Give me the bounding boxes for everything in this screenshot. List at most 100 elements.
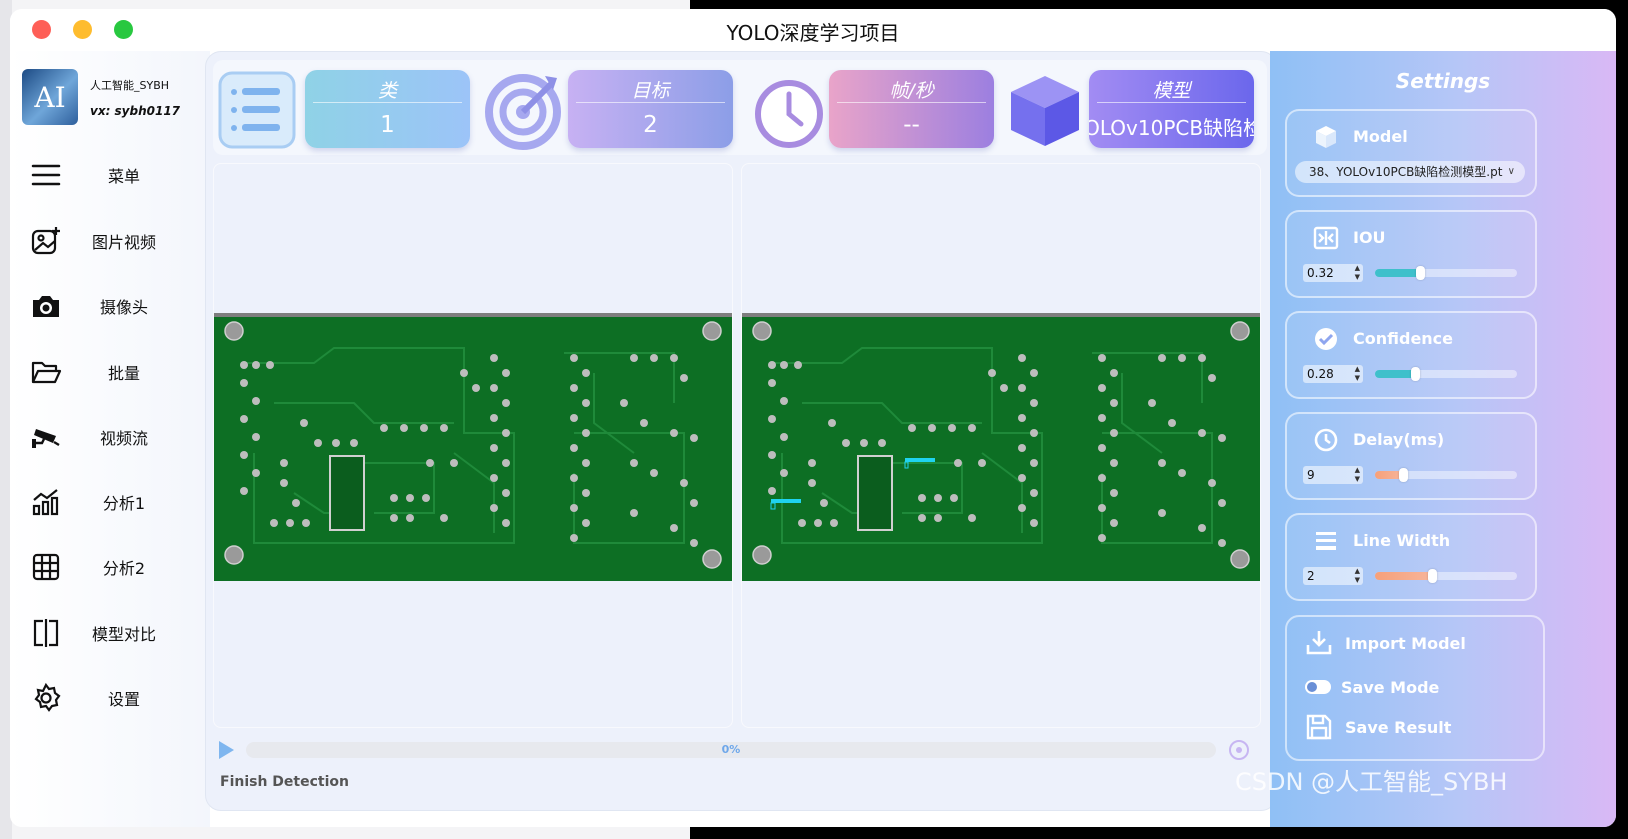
sidebar-item-label: 分析1: [102, 494, 146, 513]
spin-arrows-icon[interactable]: ▲ ▼: [1355, 567, 1360, 585]
delay-spinbox[interactable]: 9 ▲ ▼: [1303, 466, 1363, 484]
line-width-slider-handle[interactable]: [1427, 569, 1437, 583]
delay-slider-handle[interactable]: [1399, 468, 1409, 482]
sidebar-item-analysis-2[interactable]: 分析2: [10, 541, 210, 591]
confidence-title: Confidence: [1353, 329, 1454, 348]
sidebar-item-label: 图片视频: [92, 233, 157, 252]
user-name: 人工智能_SYBH: [90, 79, 170, 92]
progress-bar: 0%: [246, 742, 1216, 758]
iou-title: IOU: [1353, 228, 1386, 247]
play-icon[interactable]: [219, 741, 234, 759]
iou-slider[interactable]: [1375, 266, 1517, 280]
table-grid-icon: [32, 553, 60, 581]
iou-slider-fill: [1375, 269, 1421, 277]
line-width-slider-fill: [1375, 572, 1432, 580]
status-text: Finish Detection: [220, 774, 349, 790]
sidebar-item-menu[interactable]: 菜单: [10, 149, 210, 199]
confidence-slider[interactable]: [1375, 367, 1517, 381]
iou-spinbox[interactable]: 0.32 ▲ ▼: [1303, 264, 1363, 282]
sidebar-item-image-video[interactable]: 图片视频: [10, 215, 210, 265]
line-width-card: Line Width 2 ▲ ▼: [1285, 513, 1537, 601]
confidence-spinbox[interactable]: 0.28 ▲ ▼: [1303, 365, 1363, 383]
stat-model-card: 模型 YOLOv10PCB缺陷检: [1089, 70, 1254, 148]
cube-icon: [1316, 126, 1336, 148]
confidence-slider-fill: [1375, 370, 1415, 378]
line-width-spinbox[interactable]: 2 ▲ ▼: [1303, 567, 1363, 585]
confidence-card: Confidence 0.28 ▲ ▼: [1285, 311, 1537, 399]
window-title: YOLO深度学习项目: [726, 21, 900, 45]
sidebar-item-video-stream[interactable]: 视频流: [10, 411, 210, 461]
iou-card: IOU 0.32 ▲ ▼: [1285, 210, 1537, 298]
sidebar-item-batch[interactable]: 批量: [10, 346, 210, 396]
confidence-slider-handle[interactable]: [1410, 367, 1420, 381]
toggle-switch[interactable]: [1305, 680, 1331, 694]
stat-classes-value: 1: [380, 112, 395, 138]
spin-arrows-icon[interactable]: ▲ ▼: [1355, 365, 1360, 383]
save-icon: [1306, 714, 1332, 740]
model-title: Model: [1353, 127, 1408, 146]
stat-fps-card: 帧/秒 --: [829, 70, 994, 148]
delay-card: Delay(ms) 9 ▲ ▼: [1285, 412, 1537, 500]
sidebar-item-label: 视频流: [99, 429, 148, 448]
delay-value: 9: [1307, 468, 1315, 482]
app-window: YOLO深度学习项目 AI 人工智能_SYBH vx: sybh0117 菜单 …: [10, 9, 1616, 827]
check-circle-icon: [1315, 328, 1337, 350]
watermark: CSDN @人工智能_SYBH: [1235, 768, 1508, 796]
sidebar-item-label: 摄像头: [99, 298, 148, 317]
analytics-icon: [32, 489, 59, 516]
cube-icon: [1011, 76, 1079, 146]
sidebar-item-model-compare[interactable]: 模型对比: [10, 607, 210, 657]
delay-title: Delay(ms): [1353, 430, 1445, 449]
list-icon: [218, 71, 296, 149]
sidebar-item-camera[interactable]: 摄像头: [10, 280, 210, 330]
save-mode-label: Save Mode: [1341, 678, 1440, 697]
compare-icon: [33, 619, 59, 647]
settings-title: Settings: [1395, 69, 1491, 93]
detected-image-panel: [741, 163, 1261, 728]
actions-card: Import Model Save Mode Save Result: [1285, 615, 1545, 761]
line-width-icon: [1316, 532, 1336, 550]
user-contact: vx: sybh0117: [90, 104, 181, 118]
sidebar-item-label: 菜单: [107, 167, 140, 186]
iou-value: 0.32: [1307, 266, 1334, 280]
model-select[interactable]: 38、YOLOv10PCB缺陷检测模型.pt ∨: [1295, 161, 1525, 183]
line-width-value: 2: [1307, 569, 1315, 583]
sidebar-item-label: 批量: [107, 364, 140, 383]
sidebar-item-label: 设置: [107, 690, 140, 709]
stats-bar: 类 1 目标 2 帧/秒 -- 模型 OLOv10PCB缺陷检: [213, 60, 1267, 155]
stat-targets-card: 目标 2: [568, 70, 733, 148]
progress-text: 0%: [721, 743, 741, 756]
stop-icon[interactable]: [1229, 740, 1249, 760]
spin-arrows-icon[interactable]: ▲ ▼: [1355, 466, 1360, 484]
stat-fps-label: 帧/秒: [837, 76, 986, 103]
merge-icon: [1313, 226, 1339, 250]
cctv-icon: [32, 429, 60, 448]
avatar: AI: [22, 69, 78, 125]
spin-arrows-icon[interactable]: ▲ ▼: [1355, 264, 1360, 282]
pcb-original-image: [214, 313, 732, 581]
gear-icon: [34, 682, 61, 712]
model-card: Model 38、YOLOv10PCB缺陷检测模型.pt ∨: [1285, 109, 1537, 197]
stat-classes-card: 类 1: [305, 70, 470, 148]
sidebar-item-label: 分析2: [102, 559, 146, 578]
sidebar-item-settings[interactable]: 设置: [10, 672, 210, 722]
image-icon: [31, 227, 60, 255]
iou-slider-handle[interactable]: [1416, 266, 1426, 280]
delay-slider[interactable]: [1375, 468, 1517, 482]
original-image-panel: [213, 163, 733, 728]
camera-icon: [33, 296, 59, 317]
line-width-slider[interactable]: [1375, 569, 1517, 583]
main-panel: 类 1 目标 2 帧/秒 -- 模型 OLOv10PCB缺陷检 0% Finis…: [205, 51, 1277, 811]
stat-model-value: YOLOv10PCB缺陷检: [1089, 116, 1254, 140]
sidebar-item-label: 模型对比: [92, 625, 157, 644]
pcb-detected-image: [742, 313, 1260, 581]
title-bar: YOLO深度学习项目: [10, 9, 1616, 51]
sidebar-item-analysis-1[interactable]: 分析1: [10, 476, 210, 526]
stat-model-label: 模型: [1097, 76, 1246, 103]
chevron-down-icon: ∨: [1507, 166, 1515, 177]
folder-open-icon: [31, 361, 62, 384]
import-model-label: Import Model: [1345, 634, 1466, 653]
confidence-value: 0.28: [1307, 367, 1334, 381]
stat-classes-label: 类: [313, 76, 462, 103]
line-width-title: Line Width: [1353, 531, 1451, 550]
